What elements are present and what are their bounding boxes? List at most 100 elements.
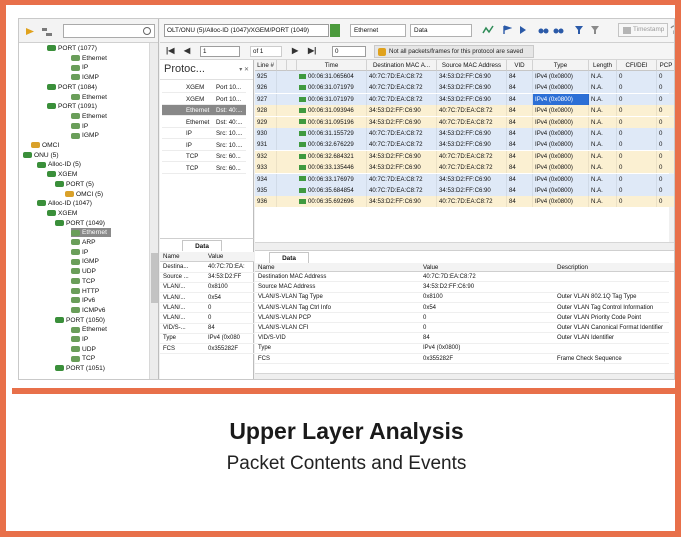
tree-item[interactable]: Ethernet	[71, 325, 107, 334]
data-small-row[interactable]: VID/S-... 84	[160, 324, 254, 334]
last-page-icon[interactable]: ▶|	[308, 46, 316, 55]
equalizer-icon[interactable]	[482, 25, 494, 35]
binoculars-next-icon[interactable]	[553, 25, 564, 35]
tree-item[interactable]: ARP	[71, 238, 96, 247]
protocol-row[interactable]: TCP Src: 60...	[162, 151, 246, 162]
first-page-icon[interactable]: |◀	[166, 46, 174, 55]
tree-item[interactable]: UDP	[71, 267, 96, 276]
data-detail-row[interactable]: Type IPv4 (0x0800)	[255, 344, 669, 354]
search-icon[interactable]	[143, 27, 151, 35]
tree-item[interactable]: OMCI	[31, 141, 59, 150]
protocol-row[interactable]: IP Src: 10....	[162, 140, 246, 151]
tree-item[interactable]: PORT (1077)	[47, 44, 97, 53]
tree-item[interactable]: IP	[71, 335, 88, 344]
packet-column-header[interactable]	[277, 60, 287, 71]
tree-item[interactable]: Ethernet	[71, 93, 107, 102]
packet-row[interactable]: 931 00:06:32.676229 40:7C:7D:EA:C8:72 34:53…	[255, 139, 674, 151]
next-page-icon[interactable]: ▶	[292, 46, 298, 55]
binoculars-icon[interactable]	[538, 25, 549, 35]
filter-icon[interactable]	[574, 25, 584, 35]
protocol-row[interactable]: Ethernet Dst: 40:...	[162, 117, 246, 128]
tree-item[interactable]: IGMP	[71, 73, 99, 82]
tab-data-detail[interactable]: Data	[269, 252, 309, 263]
packet-row[interactable]: 928 00:06:31.093946 34:53:D2:FF:C6:90 40:7C…	[255, 105, 674, 117]
packet-column-header[interactable]: PCP	[657, 60, 674, 71]
tree-item[interactable]: IGMP	[71, 131, 99, 140]
data-small-row[interactable]: FCS 0x355282F	[160, 345, 254, 355]
data-detail-row[interactable]: Destination MAC Address 40:7C:7D:EA:C8:72	[255, 273, 669, 283]
packet-column-header[interactable]: VID	[507, 60, 533, 71]
protocol-row[interactable]: IP Src: 10....	[162, 128, 246, 139]
tree-scroll-thumb[interactable]	[151, 253, 158, 303]
packet-column-header[interactable]: CFI/DEI	[617, 60, 657, 71]
protocol-row[interactable]: XGEM Port 10...	[162, 82, 246, 93]
view-filter-select[interactable]: Data	[410, 24, 472, 37]
tree-item[interactable]: Ethernet	[71, 54, 107, 63]
packet-row[interactable]: 927 00:06:31.071979 40:7C:7D:EA:C8:72 34:53…	[255, 93, 674, 105]
tree-item[interactable]: PORT (1091)	[47, 102, 97, 111]
tree-item[interactable]: Ethernet	[71, 228, 111, 238]
flag-icon[interactable]	[502, 25, 513, 35]
tree-scrollbar[interactable]	[149, 43, 158, 379]
protocol-row[interactable]: XGEM Port 10...	[162, 94, 246, 105]
tree-search-input[interactable]	[63, 24, 155, 38]
packet-table-hscroll[interactable]	[255, 242, 674, 250]
packet-row[interactable]: 933 00:06:33.135446 34:53:D2:FF:C6:90 40:7C…	[255, 162, 674, 174]
data-small-row[interactable]: VLAN/... 0	[160, 304, 254, 314]
tree-item[interactable]: OMCI (5)	[65, 190, 103, 199]
tree-item[interactable]: ICMPv6	[71, 306, 105, 315]
tree-item[interactable]: XGEM	[47, 170, 77, 179]
data-small-row[interactable]: Type IPv4 (0x080	[160, 334, 254, 344]
packet-row[interactable]: 934 00:06:33.176979 40:7C:7D:EA:C8:72 34:53…	[255, 173, 674, 185]
tree-item[interactable]: XGEM	[47, 209, 77, 218]
packet-row[interactable]: 935 00:06:35.684854 40:7C:7D:EA:C8:72 34:53…	[255, 185, 674, 196]
tree-item[interactable]: PORT (1050)	[55, 316, 105, 325]
tree-item[interactable]: PORT (5)	[55, 180, 94, 189]
data-small-row[interactable]: VLAN/... 0x8100	[160, 283, 254, 293]
tree-item[interactable]: IPv6	[71, 296, 95, 305]
data-detail-row[interactable]: VID/S-VID 84 Outer VLAN Identifier	[255, 334, 669, 344]
tree-item[interactable]: PORT (1084)	[47, 83, 97, 92]
packet-column-header[interactable]: Source MAC Address	[437, 60, 507, 71]
tree-item[interactable]: ONU (5)	[23, 151, 59, 160]
tree-item[interactable]: TCP	[71, 277, 95, 286]
packet-column-header[interactable]	[287, 60, 297, 71]
data-small-row[interactable]: VLAN/... 0x54	[160, 294, 254, 304]
packet-row[interactable]: 930 00:06:31.155729 40:7C:7D:EA:C8:72 34:53…	[255, 128, 674, 139]
data-small-row[interactable]: VLAN/... 0	[160, 314, 254, 324]
play-icon[interactable]	[518, 25, 528, 35]
tree-item[interactable]: IP	[71, 122, 88, 131]
protocol-filter-select[interactable]: Ethernet	[350, 24, 406, 37]
tree-item[interactable]: HTTP	[71, 287, 99, 296]
data-detail-row[interactable]: VLAN/S-VLAN Tag Ctrl Info 0x54 Outer VLAN …	[255, 304, 669, 313]
tree-item[interactable]: Alloc-ID (5)	[37, 160, 81, 169]
expand-icon[interactable]	[25, 27, 35, 36]
packet-column-header[interactable]: Length	[589, 60, 617, 71]
data-small-row[interactable]: Source ... 34:53:D2:FF	[160, 273, 254, 283]
protocol-row[interactable]: Ethernet Dst: 40:...	[162, 105, 246, 116]
data-small-row[interactable]: Destina... 40:7C:7D:EA:	[160, 263, 254, 273]
tree-item[interactable]: IP	[71, 248, 88, 257]
tab-data-small[interactable]: Data	[182, 240, 222, 251]
packet-row[interactable]: 929 00:06:31.095196 34:53:D2:FF:C6:90 40:7C…	[255, 116, 674, 128]
packet-column-header[interactable]: Destination MAC A...	[367, 60, 437, 71]
data-detail-row[interactable]: FCS 0x355282F Frame Check Sequence	[255, 355, 669, 364]
tree-item[interactable]: IP	[71, 63, 88, 72]
data-detail-row[interactable]: VLAN/S-VLAN CFI 0 Outer VLAN Canonical For…	[255, 324, 669, 334]
panel-controls-icon[interactable]: ▾ ✕	[239, 66, 249, 73]
tree-item[interactable]: Alloc-ID (1047)	[37, 199, 92, 208]
tree-item[interactable]: Ethernet	[71, 112, 107, 121]
tree-item[interactable]: TCP	[71, 354, 95, 363]
path-field[interactable]: OLT/ONU (5)/Alloc-ID (1047)/XGEM/PORT (1…	[164, 24, 329, 37]
collapse-icon[interactable]	[41, 27, 52, 36]
packet-row[interactable]: 926 00:06:31.071979 40:7C:7D:EA:C8:72 34:53…	[255, 82, 674, 94]
packet-row[interactable]: 936 00:06:35.692696 34:53:D2:FF:C6:90 40:7C…	[255, 196, 674, 208]
packet-row[interactable]: 925 00:06:31.065604 40:7C:7D:EA:C8:72 34:53…	[255, 71, 674, 82]
data-detail-row[interactable]: VLAN/S-VLAN PCP 0 Outer VLAN Priority Code…	[255, 314, 669, 324]
path-dropdown-button[interactable]	[330, 24, 340, 37]
packet-row[interactable]: 932 00:06:32.684321 34:53:D2:FF:C6:90 40:7C…	[255, 150, 674, 162]
help-icon[interactable]	[670, 25, 674, 35]
previous-page-icon[interactable]: ◀	[184, 46, 190, 55]
tree-item[interactable]: PORT (1049)	[55, 219, 105, 228]
tree-item[interactable]: UDP	[71, 345, 96, 354]
